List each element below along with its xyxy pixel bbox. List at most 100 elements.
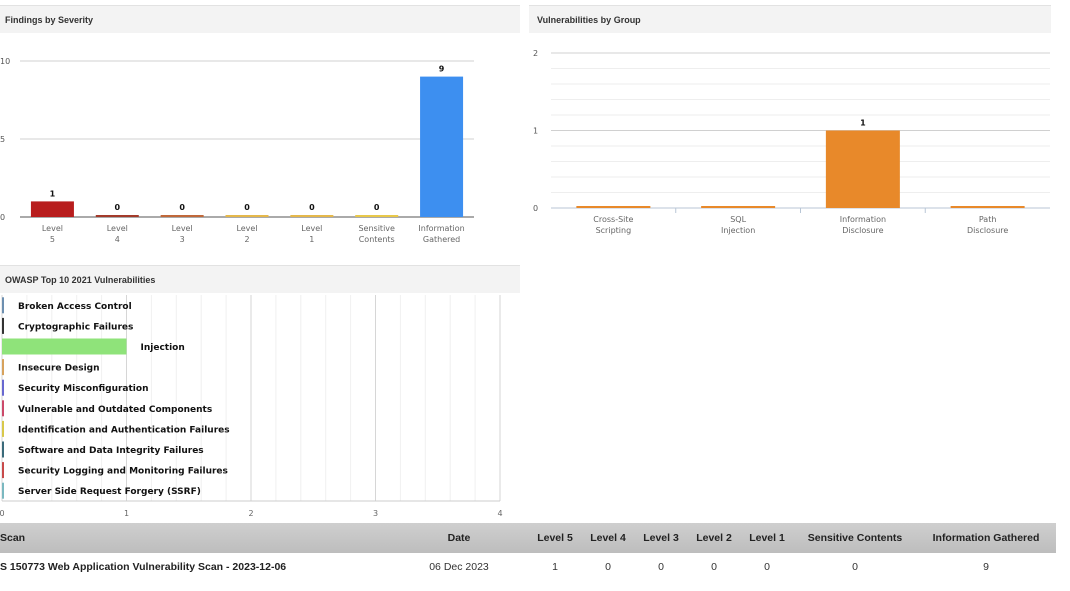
owasp-panel-header: OWASP Top 10 2021 Vulnerabilities	[0, 265, 520, 293]
severity-chart: 05101Level50Level40Level30Level20Level10…	[0, 57, 474, 244]
bar	[576, 206, 651, 208]
group-chart: 0 1 2 Cross-Site Scripting SQL Injection 1 Infor…	[533, 49, 1050, 235]
row-level2: 0	[711, 561, 717, 573]
bar	[420, 76, 464, 217]
x-tick-label: 1	[124, 509, 129, 518]
x-tick-label: Level	[42, 224, 63, 233]
col-header-sensitive-contents[interactable]: Sensitive Contents	[800, 523, 910, 553]
group-panel-title: Vulnerabilities by Group	[537, 15, 641, 25]
data-label: 0	[114, 203, 120, 212]
data-label: 0	[309, 203, 315, 212]
x-tick-label: Information	[840, 215, 886, 224]
group-panel-header: Vulnerabilities by Group	[529, 5, 1051, 33]
x-tick-label: SQL	[730, 215, 746, 224]
x-tick-label: Disclosure	[967, 226, 1008, 235]
col-header-level1[interactable]: Level 1	[742, 523, 792, 553]
data-label: 0	[179, 203, 185, 212]
x-tick-label: 4	[497, 509, 502, 518]
summary-table-header: Scan Date Level 5 Level 4 Level 3 Level …	[0, 523, 1056, 553]
category-label: Broken Access Control	[18, 302, 132, 312]
row-date: 06 Dec 2023	[429, 561, 489, 573]
bar	[355, 215, 399, 217]
row-level4: 0	[605, 561, 611, 573]
x-tick-label: Contents	[359, 235, 395, 244]
data-label: 1	[50, 189, 56, 198]
col-header-level4[interactable]: Level 4	[583, 523, 633, 553]
x-tick-label: Level	[236, 224, 257, 233]
y-tick-label: 1	[533, 127, 538, 136]
x-tick-label: Scripting	[596, 226, 632, 235]
x-tick-label: Level	[107, 224, 128, 233]
row-level3: 0	[658, 561, 664, 573]
bar	[2, 317, 4, 334]
x-tick-label: 1	[309, 235, 314, 244]
bar	[95, 215, 139, 217]
category-label: Cryptographic Failures	[18, 322, 133, 332]
data-label: 0	[374, 203, 380, 212]
x-tick-label: Gathered	[423, 235, 460, 244]
bar	[2, 482, 4, 499]
col-header-date[interactable]: Date	[420, 523, 498, 553]
bar	[2, 400, 4, 417]
bar	[2, 338, 127, 355]
category-label: Injection	[141, 343, 185, 353]
row-sensitive-contents: 0	[852, 561, 858, 573]
bar	[290, 215, 334, 217]
category-label: Vulnerable and Outdated Components	[18, 405, 212, 415]
x-tick-label: 2	[248, 509, 253, 518]
severity-panel-title: Findings by Severity	[5, 15, 94, 25]
owasp-chart: 0 1 2 3 4 Broken Access Control Cryptographic …	[0, 295, 503, 518]
col-header-scan[interactable]: Scan	[0, 523, 25, 553]
col-header-level2[interactable]: Level 2	[689, 523, 739, 553]
bar	[701, 206, 776, 208]
category-label: Insecure Design	[18, 364, 100, 374]
x-tick-label: Sensitive	[358, 224, 395, 233]
x-tick-label: 2	[244, 235, 249, 244]
category-label: Server Side Request Forgery (SSRF)	[18, 487, 201, 497]
bar	[160, 215, 204, 217]
data-label: 1	[860, 119, 866, 128]
data-label: 0	[244, 203, 250, 212]
bar	[2, 359, 4, 376]
category-label: Security Logging and Monitoring Failures	[18, 467, 228, 477]
row-information-gathered: 9	[983, 561, 989, 573]
x-tick-label: 0	[0, 509, 5, 518]
bar	[225, 215, 269, 217]
row-level1: 0	[764, 561, 770, 573]
x-tick-label: Path	[979, 215, 997, 224]
col-header-information-gathered[interactable]: Information Gathered	[926, 523, 1046, 553]
bar	[2, 462, 4, 479]
data-label: 9	[439, 65, 445, 74]
x-tick-label: Cross-Site	[593, 215, 633, 224]
x-tick-label: 3	[373, 509, 378, 518]
y-tick-label: 2	[533, 49, 538, 58]
y-tick-label: 5	[0, 135, 5, 144]
category-label: Security Misconfiguration	[18, 384, 149, 394]
bar	[2, 297, 4, 314]
y-tick-label: 0	[533, 204, 538, 213]
x-tick-label: Information	[418, 224, 464, 233]
y-tick-label: 0	[0, 213, 5, 222]
table-row[interactable]: S 150773 Web Application Vulnerability S…	[0, 553, 1056, 581]
row-level5: 1	[552, 561, 558, 573]
col-header-level5[interactable]: Level 5	[530, 523, 580, 553]
category-label: Software and Data Integrity Failures	[18, 446, 204, 456]
x-tick-label: 5	[50, 235, 55, 244]
bar	[2, 379, 4, 396]
severity-panel-header: Findings by Severity	[0, 5, 520, 33]
x-tick-label: 4	[115, 235, 120, 244]
bar	[2, 441, 4, 458]
category-label: Identification and Authentication Failur…	[18, 425, 230, 435]
owasp-panel-title: OWASP Top 10 2021 Vulnerabilities	[5, 275, 156, 285]
bar	[30, 201, 74, 217]
x-tick-label: Level	[301, 224, 322, 233]
x-tick-label: Disclosure	[842, 226, 883, 235]
x-tick-label: Injection	[721, 226, 755, 235]
bar	[950, 206, 1025, 208]
y-tick-label: 10	[0, 57, 10, 66]
bar	[2, 420, 4, 437]
bar	[825, 130, 900, 208]
col-header-level3[interactable]: Level 3	[636, 523, 686, 553]
row-scan-title[interactable]: S 150773 Web Application Vulnerability S…	[0, 553, 286, 581]
x-tick-label: 3	[180, 235, 185, 244]
